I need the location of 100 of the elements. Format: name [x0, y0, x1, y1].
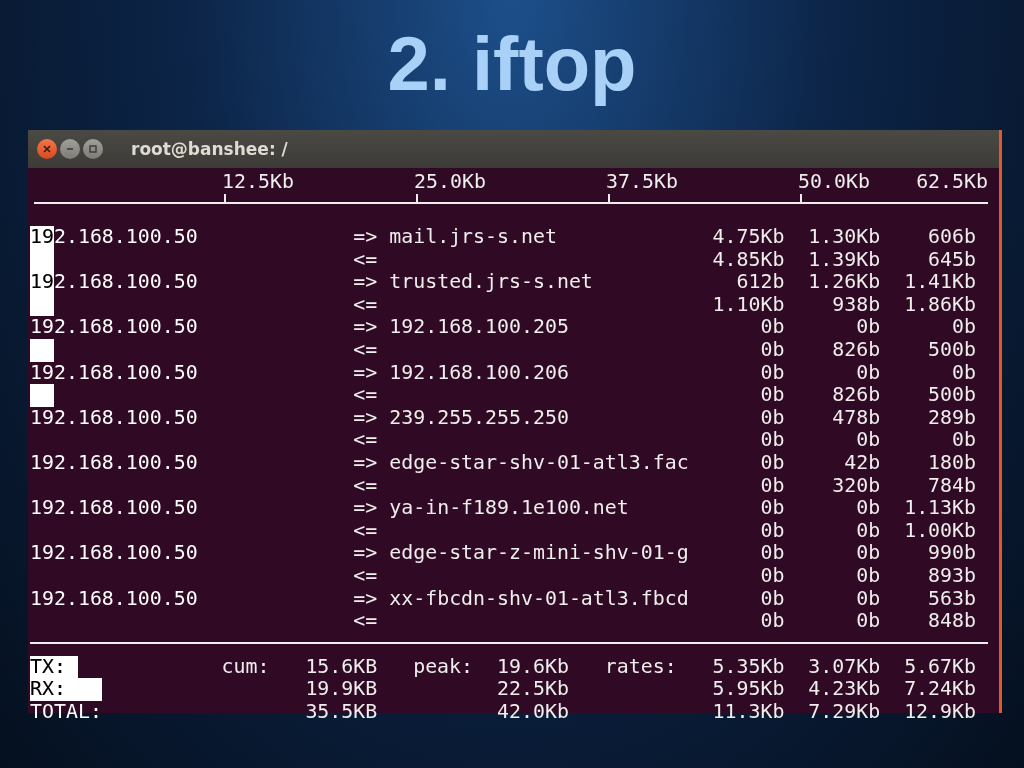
- window-title: root@banshee: /: [131, 139, 288, 159]
- destination-host: edge-star-shv-01-atl3.fac: [389, 450, 689, 474]
- peak-value: 19.6Kb: [497, 654, 569, 678]
- destination-host: xx-fbcdn-shv-01-atl3.fbcd: [389, 586, 689, 610]
- rate-value: 0b: [760, 337, 785, 361]
- direction-arrow: <=: [353, 474, 379, 498]
- peak-value: 42.0Kb: [497, 699, 569, 723]
- rate-value: 1.86Kb: [904, 292, 976, 316]
- rate-value: 478b: [832, 405, 881, 429]
- rate-value: 0b: [856, 541, 881, 565]
- rate-value: 563b: [928, 586, 976, 610]
- rate-value: 1.26Kb: [808, 270, 881, 294]
- rate-value: 0b: [760, 496, 785, 520]
- rate-value: 500b: [928, 337, 976, 361]
- destination-host: ya-in-f189.1e100.net: [389, 496, 629, 520]
- direction-arrow: =>: [353, 497, 379, 520]
- rate-value: 5.35Kb: [712, 654, 785, 678]
- direction-arrow: <=: [353, 248, 379, 272]
- rates-label: rates:: [604, 654, 677, 678]
- direction-arrow: <=: [353, 384, 379, 407]
- rate-value: 7.29Kb: [808, 699, 881, 723]
- direction-arrow: <=: [353, 429, 379, 452]
- scale-label: 25.0Kb: [414, 170, 487, 194]
- rate-value: 0b: [856, 428, 881, 452]
- total-label: RX:: [30, 677, 66, 701]
- source-host: 192.168.100.50: [30, 405, 198, 429]
- scale-label: 62.5Kb: [916, 170, 988, 194]
- maximize-button[interactable]: [83, 139, 103, 159]
- rate-value: 5.95Kb: [712, 677, 785, 701]
- rate-value: 0b: [760, 360, 785, 384]
- rate-value: 1.13Kb: [904, 496, 976, 520]
- direction-arrow: =>: [353, 587, 379, 611]
- destination-host: 239.255.255.250: [389, 405, 569, 429]
- rate-value: 645b: [928, 247, 976, 271]
- direction-arrow: =>: [353, 406, 379, 430]
- rate-value: 1.30Kb: [808, 225, 881, 248]
- rate-value: 612b: [736, 270, 785, 294]
- destination-host: mail.jrs-s.net: [389, 225, 557, 248]
- scale-label: 37.5Kb: [606, 170, 679, 194]
- rate-value: 0b: [952, 315, 976, 339]
- direction-arrow: <=: [353, 519, 379, 543]
- close-button[interactable]: [37, 139, 57, 159]
- rate-value: 990b: [928, 541, 976, 565]
- rate-value: 893b: [928, 563, 976, 587]
- direction-arrow: =>: [353, 226, 379, 249]
- rate-value: 0b: [856, 609, 881, 633]
- source-host: 192.168.100.50: [30, 450, 198, 474]
- rate-value: 0b: [760, 541, 785, 565]
- direction-arrow: =>: [353, 451, 379, 475]
- peak-label: peak:: [413, 654, 474, 678]
- rate-value: 1.39Kb: [808, 247, 881, 271]
- maximize-icon: [88, 144, 98, 154]
- rate-value: 938b: [832, 292, 881, 316]
- cum-value: 19.9KB: [305, 677, 378, 701]
- rate-value: 0b: [760, 473, 785, 497]
- direction-arrow: =>: [353, 316, 379, 339]
- direction-arrow: <=: [353, 564, 379, 588]
- rate-value: 3.07Kb: [808, 654, 881, 678]
- cum-label: cum:: [221, 654, 270, 678]
- rate-value: 0b: [856, 586, 881, 610]
- direction-arrow: =>: [353, 271, 379, 294]
- rate-value: 1.00Kb: [904, 518, 976, 542]
- destination-host: edge-star-z-mini-shv-01-g: [389, 541, 689, 565]
- rate-value: 0b: [760, 405, 785, 429]
- rate-value: 826b: [832, 383, 881, 407]
- rate-value: 42b: [844, 450, 881, 474]
- rate-value: 0b: [760, 428, 785, 452]
- close-icon: [42, 144, 52, 154]
- peak-value: 22.5Kb: [497, 677, 569, 701]
- rate-value: 0b: [856, 496, 881, 520]
- rate-value: 320b: [832, 473, 881, 497]
- rate-value: 0b: [760, 450, 785, 474]
- rate-value: 1.10Kb: [712, 292, 785, 316]
- rate-value: 7.24Kb: [904, 677, 976, 701]
- rate-value: 0b: [856, 360, 881, 384]
- cum-value: 35.5KB: [305, 699, 378, 723]
- rate-value: 12.9Kb: [904, 699, 976, 723]
- rate-value: 0b: [760, 518, 785, 542]
- slide-title: 2. iftop: [386, 20, 638, 108]
- source-host: 192.168.100.50: [30, 586, 198, 610]
- rate-value: 784b: [928, 473, 976, 497]
- rate-value: 0b: [952, 428, 976, 452]
- rate-value: 0b: [760, 586, 785, 610]
- minimize-button[interactable]: [60, 139, 80, 159]
- rate-value: 4.75Kb: [712, 225, 785, 248]
- direction-arrow: <=: [353, 610, 379, 633]
- direction-arrow: =>: [353, 542, 379, 565]
- rate-value: 0b: [856, 563, 881, 587]
- source-host: 192.168.100.50: [30, 541, 198, 565]
- rate-value: 4.23Kb: [808, 677, 881, 701]
- rate-value: 0b: [760, 609, 785, 633]
- scale-label: 50.0Kb: [798, 170, 870, 194]
- rate-value: 606b: [928, 225, 976, 248]
- source-host: 192.168.100.50: [30, 360, 198, 384]
- rate-value: 11.3Kb: [712, 699, 785, 723]
- direction-arrow: <=: [353, 338, 379, 362]
- rate-value: 0b: [952, 360, 976, 384]
- rate-value: 289b: [928, 405, 976, 429]
- total-label: TX:: [30, 654, 66, 678]
- source-host: 192.168.100.50: [30, 496, 198, 520]
